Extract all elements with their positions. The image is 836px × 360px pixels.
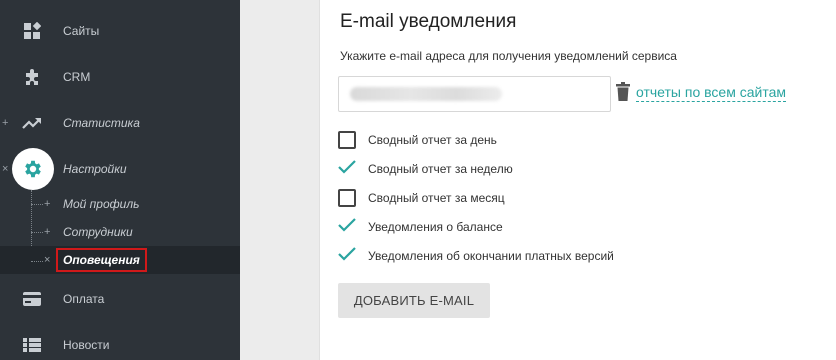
page-subtitle: Укажите e-mail адреса для получения увед… (340, 49, 677, 63)
notifications-panel: E-mail уведомления Укажите e-mail адреса… (320, 0, 836, 360)
sidebar-item-statistics[interactable]: + Статистика (0, 100, 240, 146)
checkbox-label: Уведомления о балансе (368, 220, 503, 234)
tree-branch (31, 204, 43, 205)
sidebar-subitem-label: Сотрудники (63, 225, 133, 239)
sidebar-item-sites[interactable]: Сайты (0, 8, 240, 54)
list-icon (22, 335, 42, 355)
checkbox-label: Уведомления об окончании платных версий (368, 249, 614, 263)
trending-up-icon (22, 113, 42, 133)
sidebar-item-news[interactable]: Новости (0, 322, 240, 360)
sidebar-item-settings[interactable]: × Настройки (0, 146, 240, 192)
checkbox-label: Сводный отчет за неделю (368, 162, 513, 176)
collapse-toggle[interactable]: × (2, 163, 8, 175)
checkmark-icon[interactable] (337, 158, 357, 176)
sidebar-subitem-label: Мой профиль (63, 197, 140, 211)
trash-icon[interactable] (616, 82, 630, 102)
credit-card-icon (22, 289, 42, 309)
content-gutter (240, 0, 320, 360)
sub-marker: + (44, 198, 51, 210)
sidebar: Сайты CRM + Статистика × Настройки + Мой… (0, 0, 240, 360)
all-sites-reports-link[interactable]: отчеты по всем сайтам (636, 84, 786, 102)
checkbox-unchecked[interactable] (338, 189, 356, 207)
checkbox-unchecked[interactable] (338, 131, 356, 149)
redacted-email (350, 87, 502, 101)
expand-toggle[interactable]: + (2, 117, 8, 129)
sidebar-item-label: Оплата (63, 292, 105, 306)
sites-widgets-icon (22, 21, 42, 41)
checkmark-icon[interactable] (337, 245, 357, 263)
checkmark-icon[interactable] (337, 216, 357, 234)
puzzle-icon (22, 67, 42, 87)
sidebar-item-label: Настройки (63, 162, 127, 176)
sidebar-item-label: Сайты (63, 24, 100, 38)
sub-marker: × (44, 254, 51, 266)
page-title: E-mail уведомления (340, 11, 517, 32)
tree-branch (31, 232, 43, 233)
checkbox-label: Сводный отчет за месяц (368, 191, 505, 205)
sidebar-item-payment[interactable]: Оплата (0, 276, 240, 322)
checkbox-label: Сводный отчет за день (368, 133, 497, 147)
sidebar-item-label: CRM (63, 70, 91, 84)
sidebar-item-label: Новости (63, 338, 110, 352)
add-email-button[interactable]: ДОБАВИТЬ E-MAIL (338, 283, 490, 318)
sidebar-subitem-notifications[interactable]: × Оповещения (0, 246, 240, 274)
sidebar-subitem-label: Оповещения (56, 248, 147, 272)
sub-marker: + (44, 226, 51, 238)
tree-branch (31, 261, 43, 262)
sidebar-item-label: Статистика (63, 116, 140, 130)
gear-icon (12, 148, 54, 190)
sidebar-item-crm[interactable]: CRM (0, 54, 240, 100)
